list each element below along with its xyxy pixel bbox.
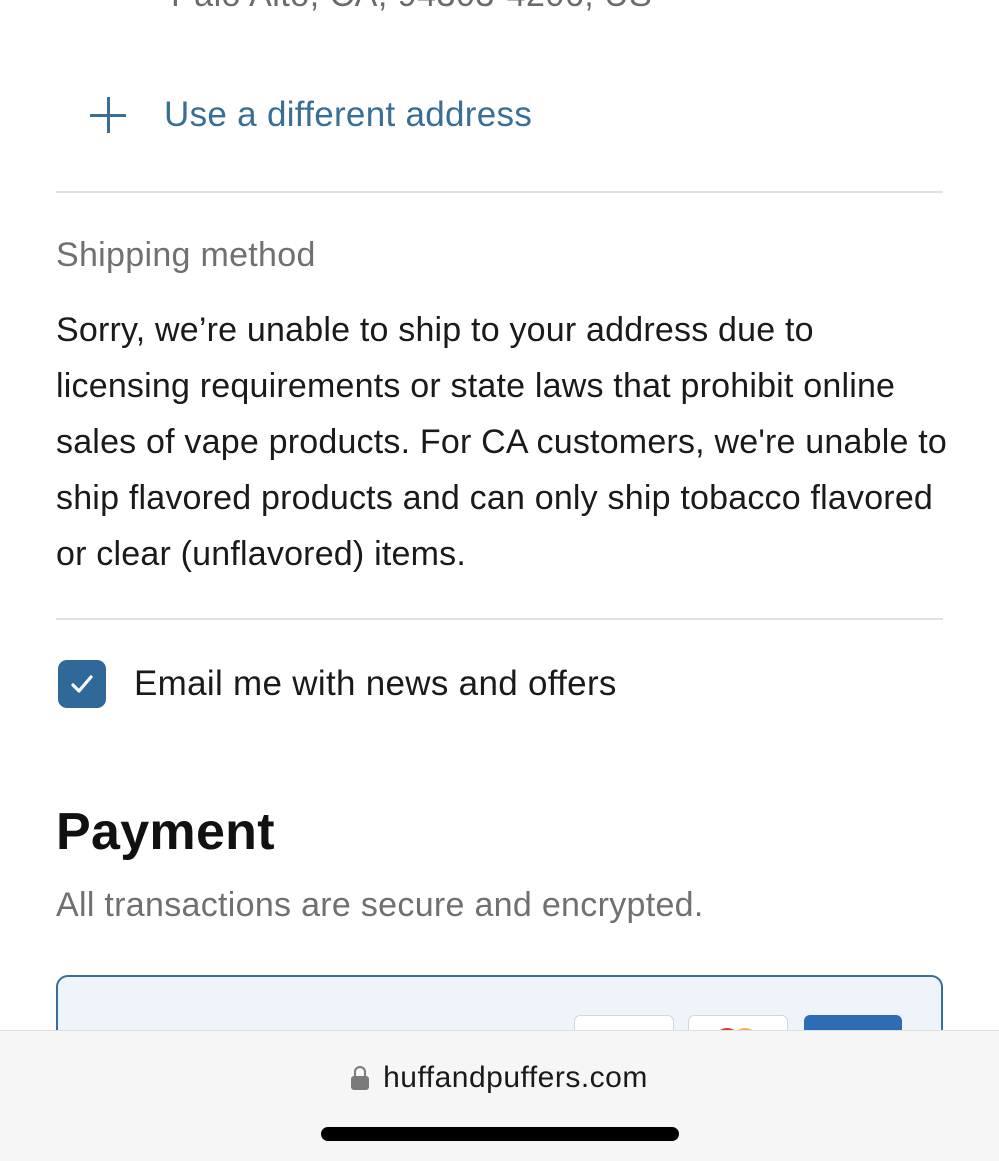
browser-bottom-bar: huffandpuffers.com (0, 1030, 999, 1161)
divider (56, 191, 943, 193)
checkmark-icon (71, 675, 93, 693)
shipping-address-line: Palo Alto, CA, 94303-4206, US (171, 0, 652, 15)
checkout-page: Palo Alto, CA, 94303-4206, US Use a diff… (0, 0, 999, 1161)
payment-subtitle: All transactions are secure and encrypte… (56, 886, 704, 924)
email-opt-in-checkbox[interactable] (58, 660, 106, 708)
divider (56, 618, 943, 620)
address-bar[interactable]: huffandpuffers.com (0, 1061, 999, 1095)
use-different-address-button[interactable]: Use a different address (88, 92, 532, 138)
email-opt-in-row[interactable]: Email me with news and offers (58, 660, 617, 708)
email-opt-in-label: Email me with news and offers (134, 664, 617, 703)
lock-icon (351, 1066, 370, 1090)
url-text: huffandpuffers.com (383, 1061, 648, 1094)
home-indicator[interactable] (321, 1127, 679, 1141)
plus-icon (88, 95, 128, 135)
payment-title: Payment (56, 803, 275, 861)
use-different-address-label: Use a different address (164, 95, 533, 134)
shipping-unavailable-message: Sorry, we’re unable to ship to your addr… (56, 311, 947, 573)
shipping-method-title: Shipping method (56, 236, 316, 274)
